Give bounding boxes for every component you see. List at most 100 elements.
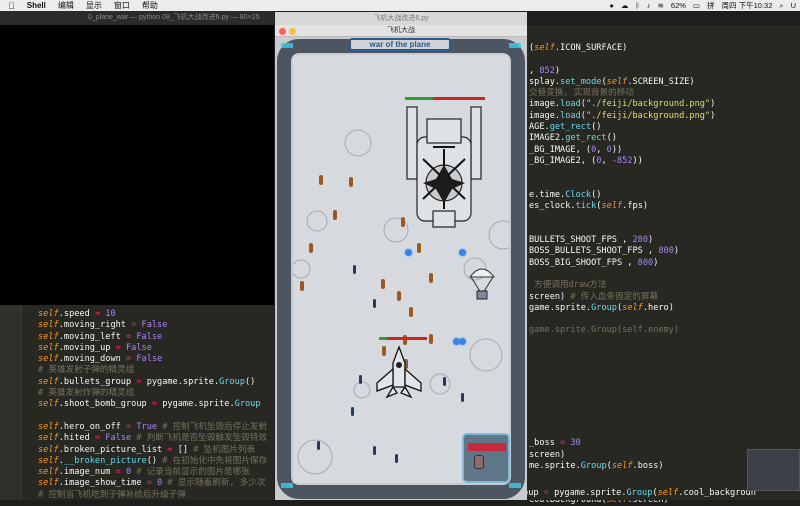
code-token: # 传入血条固定的屏幕 (565, 291, 659, 302)
volume-icon[interactable]: ♪ (647, 1, 651, 10)
code-token: False (131, 354, 163, 365)
code-line: self.moving_left = False (38, 332, 267, 343)
code-token: # 控制飞机坠毁后停止发射 (157, 421, 268, 432)
code-token: set_mode (560, 76, 602, 87)
code-line: # 英雄发射炸弹的精灵组 (38, 388, 267, 399)
bluetooth-icon[interactable]: ᛒ (635, 1, 640, 10)
code-token: "./feiji/background.png" (585, 99, 711, 110)
code-token: self (38, 478, 59, 489)
menu-item-help[interactable]: 帮助 (142, 0, 158, 11)
code-line: self.hero_on_off = True # 控制飞机坠毁后停止发射 (38, 422, 267, 433)
code-token: BOSS_BIG_SHOOT_FPS , (529, 257, 638, 268)
code-token: 800 (637, 257, 654, 268)
code-line: es_clock.tick(self.fps) (529, 201, 715, 212)
code-token: False (100, 433, 132, 444)
code-line: # 控制当飞机吃到子弹补给后升级子弹 (38, 490, 267, 501)
code-token: () (245, 376, 256, 387)
code-token: # 英雄发射炸弹的精灵组 (38, 388, 135, 399)
code-token: BOSS_BULLETS_SHOOT_FPS , (529, 246, 659, 257)
code-token: IMAGE2. (529, 133, 566, 144)
menu-item-view[interactable]: 显示 (86, 0, 102, 11)
menu-clock[interactable]: 周四 下午10:32 (722, 0, 773, 11)
code-token: ) (710, 110, 716, 121)
code-token: # 控制当飞机吃到子弹补给后升级子弹 (38, 489, 186, 500)
code-token: bullets_group (63, 376, 137, 387)
code-token: , (596, 144, 607, 155)
code-line: AGE.get_rect() (529, 122, 715, 133)
code-token: self (38, 376, 59, 387)
code-token: 30 (565, 438, 581, 449)
code-token: 方便调用draw方法 (529, 280, 607, 291)
code-token: self (38, 342, 59, 353)
menu-app-name[interactable]: Shell (27, 1, 46, 10)
code-token: pygame.sprite. (141, 376, 220, 387)
code-token: image. (529, 99, 561, 110)
terminal-title: 0_plane_war — python 08_飞机大战改进6.py — 80×… (0, 11, 274, 25)
code-line: self.broken_picture_list = [] # 坠机图片列表 (38, 445, 267, 456)
code-token: load (560, 110, 581, 121)
code-token: 交替变换, 实现背景的移动 (529, 88, 634, 99)
code-line: BOSS_BULLETS_SHOOT_FPS , 800) (529, 246, 715, 257)
search-icon[interactable]: ⌕ (779, 1, 783, 11)
code-token: self (38, 309, 59, 319)
user-icon[interactable]: U (791, 1, 796, 10)
code-token: ) (673, 246, 680, 257)
code-line: 方便调用draw方法 (529, 280, 715, 291)
code-token: [] (172, 444, 189, 455)
code-line: self.__broken_picture() # 在初始化中先将图片保存 (38, 456, 267, 467)
code-token: True (131, 421, 158, 432)
code-token: self (38, 467, 59, 478)
game-window[interactable]: 飞机大战 war of the plane (275, 25, 527, 500)
wifi-icon[interactable]: ≋ (658, 1, 664, 10)
code-line: game.sprite.Group(self.hero) (529, 303, 715, 314)
code-block-left: self.speed = 10 self.moving_right = False… (38, 309, 267, 501)
code-token: .cool_backgroun (678, 488, 756, 498)
code-line: game.sprite.Group(self.enemy) (529, 325, 715, 336)
code-token: 280 (632, 235, 649, 246)
code-token: _boss (529, 438, 561, 449)
terminal-window[interactable]: 0_plane_war — python 08_飞机大战改进6.py — 80×… (0, 11, 274, 305)
cloud-icon[interactable]: ☁ (621, 1, 629, 10)
editor-right[interactable]: (self.ICON_SURFACE), 852) splay.set_mode(… (327, 25, 800, 505)
menu-item-edit[interactable]: 编辑 (58, 0, 74, 11)
code-token: Group (580, 460, 607, 471)
code-token: pygame.sprite. (548, 488, 627, 498)
code-token: self (38, 399, 59, 410)
code-token: hero_on_off (63, 421, 126, 432)
wechat-icon[interactable]: ● (609, 1, 614, 10)
code-token: self (38, 421, 59, 432)
code-line: screen) # 传入血条固定的屏幕 (529, 292, 715, 303)
code-token: Group (626, 488, 653, 498)
menu-item-window[interactable]: 窗口 (114, 0, 130, 11)
code-token: .SCREEN_SIZE) (627, 76, 695, 87)
background-window-title: 飞机大战改进6.py (275, 12, 527, 25)
code-line: IMAGE2.get_rect() (529, 133, 715, 144)
code-token: 0 (120, 467, 132, 478)
code-token: () (591, 189, 602, 200)
code-token: self (38, 433, 59, 444)
menu-bar:  Shell 编辑 显示 窗口 帮助 ● ☁ ᛒ ♪ ≋ 62% ▭ 拼 周四… (0, 0, 800, 11)
code-line: screen) (529, 450, 715, 461)
code-token: .ICON_SURFACE) (554, 43, 628, 53)
code-token: ) (653, 257, 659, 268)
code-token: AGE. (529, 122, 550, 133)
code-token: # 坠机图片列表 (188, 444, 256, 455)
code-line: self.image_show_time = 0 # 显示随着刷新, 多少次 (38, 478, 267, 489)
editor-left[interactable]: self.speed = 10 self.moving_right = False… (0, 305, 274, 500)
thumbnail-preview[interactable] (747, 449, 800, 491)
apple-icon[interactable]:  (8, 1, 15, 11)
code-token: moving_up (63, 342, 116, 353)
code-token: moving_down (63, 354, 126, 365)
code-line: self.moving_up = False (38, 343, 267, 354)
battery-icon[interactable]: ▭ (693, 1, 700, 10)
input-method-icon[interactable]: 拼 (707, 0, 715, 11)
